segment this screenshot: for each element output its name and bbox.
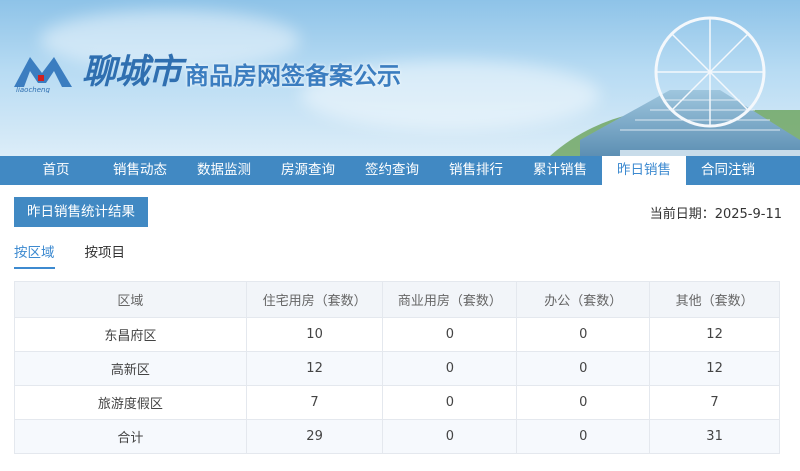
table-cell: 0	[382, 385, 518, 420]
column-header: 住宅用房（套数）	[245, 281, 384, 318]
table-cell: 7	[649, 385, 780, 420]
tab-by-region[interactable]: 按区域	[14, 241, 55, 269]
table-cell: 0	[516, 351, 651, 386]
current-date: 当前日期：2025-9-11	[650, 203, 782, 222]
table-cell: 29	[245, 419, 384, 454]
ferris-wheel-skyline-image	[550, 16, 800, 156]
table-cell: 0	[382, 317, 518, 352]
city-name: 聊城市	[82, 52, 182, 92]
yesterday-stats-button[interactable]: 昨日销售统计结果	[14, 197, 148, 227]
site-logo[interactable]: liaocheng 聊城市 商品房网签备案公示	[12, 44, 401, 93]
table-cell: 旅游度假区	[14, 385, 247, 420]
table-cell: 12	[649, 317, 780, 352]
table-row: 东昌府区 10 0 0 12	[14, 317, 780, 352]
nav-contract-search[interactable]: 签约查询	[350, 156, 434, 185]
column-header: 办公（套数）	[516, 281, 651, 318]
column-header: 其他（套数）	[649, 281, 780, 318]
table-cell: 高新区	[14, 351, 247, 386]
tab-by-project[interactable]: 按项目	[85, 241, 126, 269]
nav-data-monitor[interactable]: 数据监测	[182, 156, 266, 185]
date-label: 当前日期：	[649, 206, 715, 222]
nav-sales-news[interactable]: 销售动态	[98, 156, 182, 185]
table-cell: 0	[382, 419, 518, 454]
main-nav: 首页 销售动态 数据监测 房源查询 签约查询 销售排行 累计销售 昨日销售 合同…	[0, 156, 800, 185]
column-header: 商业用房（套数）	[382, 281, 518, 318]
table-cell: 31	[649, 419, 780, 454]
table-row-total: 合计 29 0 0 31	[14, 419, 780, 454]
column-header: 区域	[14, 281, 247, 318]
table-cell: 合计	[14, 419, 247, 454]
table-row: 高新区 12 0 0 12	[14, 351, 780, 386]
svg-text:liaocheng: liaocheng	[16, 86, 50, 93]
table-cell: 12	[649, 351, 780, 386]
table-cell: 12	[245, 351, 384, 386]
table-cell: 0	[516, 419, 651, 454]
nav-home[interactable]: 首页	[14, 156, 98, 185]
nav-yesterday-sales[interactable]: 昨日销售	[602, 156, 686, 185]
nav-cumulative-sales[interactable]: 累计销售	[518, 156, 602, 185]
table-cell: 东昌府区	[14, 317, 247, 352]
nav-contract-cancel[interactable]: 合同注销	[686, 156, 770, 185]
nav-listing-search[interactable]: 房源查询	[266, 156, 350, 185]
table-cell: 7	[245, 385, 384, 420]
table-cell: 0	[516, 385, 651, 420]
table-header-row: 区域 住宅用房（套数） 商业用房（套数） 办公（套数） 其他（套数）	[14, 281, 780, 318]
table-cell: 0	[516, 317, 651, 352]
logo-mark-icon: liaocheng	[14, 57, 72, 93]
site-title: 商品房网签备案公示	[185, 62, 401, 90]
view-tabs: 按区域 按项目	[14, 241, 800, 269]
table-cell: 0	[382, 351, 518, 386]
nav-sales-ranking[interactable]: 销售排行	[434, 156, 518, 185]
table-cell: 10	[245, 317, 384, 352]
header-banner: liaocheng 聊城市 商品房网签备案公示	[0, 0, 800, 156]
date-value: 2025-9-11	[714, 206, 782, 222]
table-row: 旅游度假区 7 0 0 7	[14, 385, 780, 420]
sales-table: 区域 住宅用房（套数） 商业用房（套数） 办公（套数） 其他（套数） 东昌府区 1…	[14, 281, 780, 454]
